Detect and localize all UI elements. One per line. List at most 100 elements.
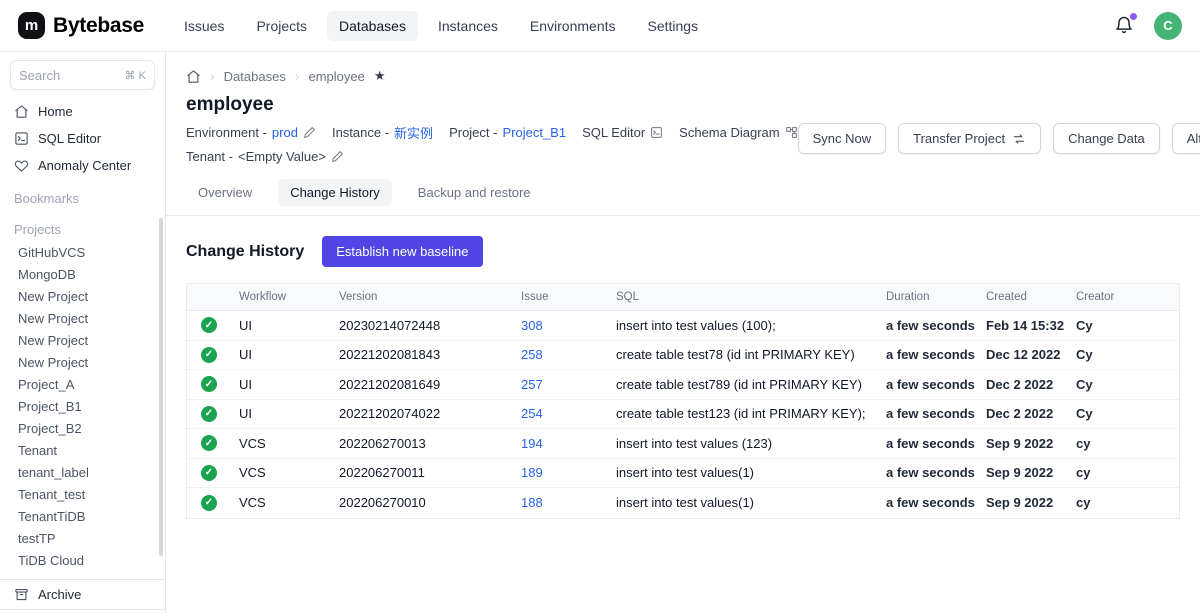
sidebar-item-anomaly-center[interactable]: Anomaly Center xyxy=(0,152,165,179)
search-input[interactable] xyxy=(19,68,109,83)
success-check-icon: ✓ xyxy=(201,495,217,511)
issue-link[interactable]: 257 xyxy=(521,377,543,392)
terminal-square-icon xyxy=(650,126,663,139)
breadcrumb-employee[interactable]: employee xyxy=(309,69,365,84)
alter-schema-button[interactable]: Alter Schema xyxy=(1172,123,1200,154)
nav-item-projects[interactable]: Projects xyxy=(244,11,319,41)
chevron-right-icon: › xyxy=(295,68,300,84)
cell-workflow: UI xyxy=(239,318,339,333)
sidebar-project-item[interactable]: Project_B2 xyxy=(0,417,165,439)
sql-editor-link[interactable]: SQL Editor xyxy=(582,125,663,140)
section-title: Change History xyxy=(186,243,304,261)
bookmark-star-icon[interactable]: ★ xyxy=(374,68,386,84)
nav-item-environments[interactable]: Environments xyxy=(518,11,628,41)
table-row: ✓VCS202206270013194insert into test valu… xyxy=(187,429,1179,459)
sidebar-project-item[interactable]: New Project xyxy=(0,329,165,351)
cell-workflow: UI xyxy=(239,406,339,421)
sidebar-item-home[interactable]: Home xyxy=(0,98,165,125)
edit-pencil-icon[interactable] xyxy=(331,150,344,163)
cell-created: Dec 12 2022 xyxy=(986,347,1076,362)
cell-status: ✓ xyxy=(187,406,239,422)
cell-created: Sep 9 2022 xyxy=(986,465,1076,480)
col-version: Version xyxy=(339,291,521,303)
sync-now-button[interactable]: Sync Now xyxy=(798,123,887,154)
cell-creator: Cy xyxy=(1076,318,1179,333)
nav-item-settings[interactable]: Settings xyxy=(636,11,711,41)
search-shortcut: ⌘ K xyxy=(125,69,146,82)
cell-sql: insert into test values (100); xyxy=(616,318,886,333)
issue-link[interactable]: 254 xyxy=(521,406,543,421)
top-navbar: m Bytebase Issues Projects Databases Ins… xyxy=(0,0,1200,52)
success-check-icon: ✓ xyxy=(201,347,217,363)
sidebar-project-item[interactable]: MongoDB xyxy=(0,263,165,285)
cell-version: 20221202081649 xyxy=(339,377,521,392)
sidebar-project-item[interactable]: Project_B1 xyxy=(0,395,165,417)
cell-sql: create table test789 (id int PRIMARY KEY… xyxy=(616,377,886,392)
success-check-icon: ✓ xyxy=(201,317,217,333)
cell-workflow: UI xyxy=(239,377,339,392)
sidebar-project-item[interactable]: testTP xyxy=(0,527,165,549)
nav-item-instances[interactable]: Instances xyxy=(426,11,510,41)
issue-link[interactable]: 188 xyxy=(521,495,543,510)
search-box[interactable]: ⌘ K xyxy=(10,60,155,90)
sidebar-item-label: Anomaly Center xyxy=(38,158,131,173)
breadcrumb-home-icon[interactable] xyxy=(186,69,201,84)
home-icon xyxy=(14,104,29,119)
issue-link[interactable]: 194 xyxy=(521,436,543,451)
cell-creator: cy xyxy=(1076,436,1179,451)
sidebar-project-item[interactable]: New Project xyxy=(0,307,165,329)
notifications-button[interactable] xyxy=(1114,15,1136,37)
edit-pencil-icon[interactable] xyxy=(303,126,316,139)
sidebar-item-archive[interactable]: Archive xyxy=(0,579,165,609)
project-link[interactable]: Project_B1 xyxy=(502,125,566,140)
brand[interactable]: m Bytebase xyxy=(18,12,144,39)
sidebar-project-item[interactable]: TiDB Cloud xyxy=(0,549,165,571)
bookmarks-section-label: Bookmarks xyxy=(0,179,165,210)
cell-workflow: VCS xyxy=(239,495,339,510)
change-history-table: Workflow Version Issue SQL Duration Crea… xyxy=(186,283,1180,519)
schema-diagram-icon xyxy=(785,126,798,139)
cell-sql: insert into test values(1) xyxy=(616,465,886,480)
cell-status: ✓ xyxy=(187,376,239,392)
issue-link[interactable]: 308 xyxy=(521,318,543,333)
breadcrumb-databases[interactable]: Databases xyxy=(224,69,286,84)
instance-link[interactable]: 新实例 xyxy=(394,123,433,142)
transfer-project-button[interactable]: Transfer Project xyxy=(898,123,1041,154)
cell-sql: create table test78 (id int PRIMARY KEY) xyxy=(616,347,886,362)
tab-backup-and-restore[interactable]: Backup and restore xyxy=(406,179,543,206)
project-label: Project - xyxy=(449,125,497,140)
nav-item-issues[interactable]: Issues xyxy=(172,11,236,41)
issue-link[interactable]: 189 xyxy=(521,465,543,480)
sidebar-project-item[interactable]: Project_A xyxy=(0,373,165,395)
terminal-icon xyxy=(14,131,29,146)
avatar[interactable]: C xyxy=(1154,12,1182,40)
sidebar-project-item[interactable]: New Project xyxy=(0,351,165,373)
issue-link[interactable]: 258 xyxy=(521,347,543,362)
sidebar-project-item[interactable]: tenant_label xyxy=(0,461,165,483)
brand-name: Bytebase xyxy=(53,14,144,38)
sidebar-item-sql-editor[interactable]: SQL Editor xyxy=(0,125,165,152)
sidebar-project-item[interactable]: GitHubVCS xyxy=(0,241,165,263)
sidebar-project-item[interactable]: Tenant xyxy=(0,439,165,461)
sidebar-scrollbar[interactable] xyxy=(159,218,163,556)
tab-change-history[interactable]: Change History xyxy=(278,179,392,206)
notification-dot xyxy=(1130,13,1137,20)
sidebar-project-item[interactable]: Tenant_test xyxy=(0,483,165,505)
col-creator: Creator xyxy=(1076,291,1179,303)
sidebar-project-item[interactable]: New Project xyxy=(0,285,165,307)
change-data-button[interactable]: Change Data xyxy=(1053,123,1160,154)
instance-label: Instance - xyxy=(332,125,389,140)
page-actions: Sync Now Transfer Project Change Data Al… xyxy=(798,123,1200,154)
establish-baseline-button[interactable]: Establish new baseline xyxy=(322,236,482,267)
cell-duration: a few seconds xyxy=(886,347,986,362)
sidebar-project-item[interactable]: TenantTiDB xyxy=(0,505,165,527)
tenant-value: <Empty Value> xyxy=(238,149,326,164)
nav-item-databases[interactable]: Databases xyxy=(327,11,418,41)
environment-link[interactable]: prod xyxy=(272,125,298,140)
tenant-label: Tenant - xyxy=(186,149,233,164)
schema-diagram-link[interactable]: Schema Diagram xyxy=(679,125,797,140)
table-row: ✓VCS202206270011189insert into test valu… xyxy=(187,459,1179,489)
table-row: ✓VCS202206270010188insert into test valu… xyxy=(187,488,1179,518)
tab-overview[interactable]: Overview xyxy=(186,179,264,206)
cell-created: Sep 9 2022 xyxy=(986,436,1076,451)
